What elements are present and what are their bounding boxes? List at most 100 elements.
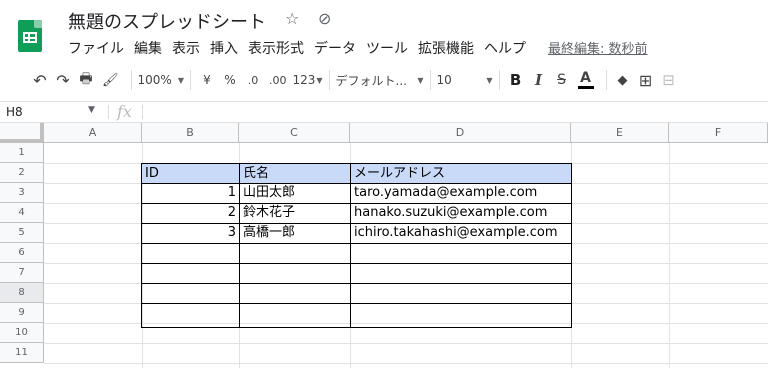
column-header-c[interactable]: C [239, 123, 350, 143]
row-header-9[interactable]: 9 [0, 303, 44, 323]
cloud-status-icon[interactable]: ⊘ [318, 9, 331, 28]
fill-color-icon[interactable]: ◆ [613, 68, 633, 92]
row-header-2[interactable]: 2 [0, 163, 44, 183]
row-header-7[interactable]: 7 [0, 263, 44, 283]
chevron-down-icon: ▼ [177, 75, 184, 85]
menu-view[interactable]: 表示 [172, 38, 206, 58]
title-bar: 無題のスプレッドシート ☆ ⊘ ファイル 編集 表示 挿入 表示形式 データ ツ… [0, 0, 768, 62]
star-icon[interactable]: ☆ [285, 9, 299, 28]
menu-extensions[interactable]: 拡張機能 [418, 38, 480, 58]
italic-button[interactable]: I [529, 68, 549, 92]
gridline [44, 323, 768, 324]
table-border [141, 263, 572, 264]
zoom-value: 100% [137, 73, 172, 87]
formula-bar: H8 ▼ fx [0, 101, 768, 123]
chevron-down-icon: ▼ [417, 75, 424, 85]
increase-decimal-button[interactable]: .00 [266, 68, 290, 92]
row-header-1[interactable]: 1 [0, 143, 44, 163]
table-border [141, 243, 572, 244]
last-edit-link[interactable]: 最終編集: 数秒前 [548, 38, 648, 58]
font-size-select[interactable]: 10 ▼ [437, 68, 493, 92]
merge-cells-icon[interactable]: ⊟ [659, 68, 679, 92]
bold-button[interactable]: B [506, 68, 526, 92]
column-header-d[interactable]: D [350, 123, 571, 143]
menu-tools[interactable]: ツール [366, 38, 414, 58]
toolbar-divider [498, 70, 500, 90]
toolbar: ↶ ↷ 🖶 🖌 100% ▼ ¥ % .0 .00 123 ▼ デフォルト...… [0, 66, 768, 94]
currency-format-button[interactable]: ¥ [197, 68, 217, 92]
cell-c2[interactable]: 氏名 [240, 164, 350, 183]
spreadsheet-app: 無題のスプレッドシート ☆ ⊘ ファイル 編集 表示 挿入 表示形式 データ ツ… [0, 0, 768, 368]
percent-format-button[interactable]: % [220, 68, 240, 92]
table-border [141, 283, 572, 284]
name-box[interactable]: H8 [6, 105, 23, 119]
text-color-swatch [577, 86, 594, 89]
select-all-corner[interactable] [0, 123, 44, 143]
row-header-5[interactable]: 5 [0, 223, 44, 243]
font-size-value: 10 [436, 73, 452, 87]
row-header-3[interactable]: 3 [0, 183, 44, 203]
chevron-down-icon[interactable]: ▼ [88, 105, 95, 115]
column-header-e[interactable]: E [571, 123, 669, 143]
toolbar-divider [605, 70, 607, 90]
sheets-logo-icon[interactable] [18, 20, 42, 52]
menu-help[interactable]: ヘルプ [484, 38, 532, 58]
cell-b2[interactable]: ID [142, 164, 239, 183]
print-icon[interactable]: 🖶 [76, 68, 96, 92]
menu-bar: ファイル 編集 表示 挿入 表示形式 データ ツール 拡張機能 ヘルプ 最終編集… [68, 38, 648, 58]
chevron-down-icon: ▼ [316, 75, 323, 85]
toolbar-divider [328, 70, 330, 90]
undo-icon[interactable]: ↶ [30, 68, 50, 92]
formula-divider [108, 105, 109, 119]
row-header-10[interactable]: 10 [0, 323, 44, 343]
chevron-down-icon: ▼ [486, 75, 493, 85]
gridline [669, 143, 670, 368]
formula-divider [142, 105, 143, 119]
more-formats-select[interactable]: 123 ▼ [292, 68, 322, 92]
menu-insert[interactable]: 挿入 [210, 38, 244, 58]
cell-d5[interactable]: ichiro.takahashi@example.com [351, 223, 571, 243]
row-header-4[interactable]: 4 [0, 203, 44, 223]
text-color-button[interactable]: A [575, 68, 597, 92]
row-header-8[interactable]: 8 [0, 283, 44, 303]
row-header-6[interactable]: 6 [0, 243, 44, 263]
strikethrough-button[interactable]: S [552, 68, 572, 92]
gridline [571, 143, 572, 368]
table-border [141, 183, 572, 184]
cell-b4[interactable]: 2 [142, 203, 239, 223]
text-color-icon: A [580, 70, 591, 86]
decrease-decimal-button[interactable]: .0 [243, 68, 263, 92]
table-border [141, 303, 572, 304]
zoom-select[interactable]: 100% ▼ [138, 68, 184, 92]
column-header-f[interactable]: F [669, 123, 768, 143]
borders-icon[interactable]: ⊞ [636, 68, 656, 92]
cell-c5[interactable]: 高橋一郎 [240, 223, 350, 243]
cell-d3[interactable]: taro.yamada@example.com [351, 183, 571, 203]
cell-b3[interactable]: 1 [142, 183, 239, 203]
table-border [141, 223, 572, 224]
cell-d2[interactable]: メールアドレス [351, 164, 571, 183]
gridline [44, 343, 768, 344]
menu-data[interactable]: データ [314, 38, 362, 58]
cell-d4[interactable]: hanako.suzuki@example.com [351, 203, 571, 223]
column-header-b[interactable]: B [142, 123, 239, 143]
fx-icon: fx [117, 102, 132, 121]
document-title[interactable]: 無題のスプレッドシート [68, 8, 266, 34]
table-border [141, 203, 572, 204]
cell-c4[interactable]: 鈴木花子 [240, 203, 350, 223]
gridline [44, 363, 768, 364]
sheet-grid[interactable]: A B C D E F 1 2 3 4 5 6 7 8 9 10 11 ID 氏… [0, 123, 768, 368]
row-header-11[interactable]: 11 [0, 343, 44, 363]
font-family-select[interactable]: デフォルト... ▼ [336, 68, 424, 92]
menu-edit[interactable]: 編集 [134, 38, 168, 58]
formula-input[interactable] [150, 105, 750, 121]
toolbar-divider [130, 70, 132, 90]
cell-c3[interactable]: 山田太郎 [240, 183, 350, 203]
redo-icon[interactable]: ↷ [53, 68, 73, 92]
paint-format-icon[interactable]: 🖌 [99, 68, 122, 92]
cell-b5[interactable]: 3 [142, 223, 239, 243]
more-formats-label: 123 [292, 73, 316, 87]
menu-file[interactable]: ファイル [68, 38, 130, 58]
menu-format[interactable]: 表示形式 [248, 38, 310, 58]
column-header-a[interactable]: A [44, 123, 142, 143]
